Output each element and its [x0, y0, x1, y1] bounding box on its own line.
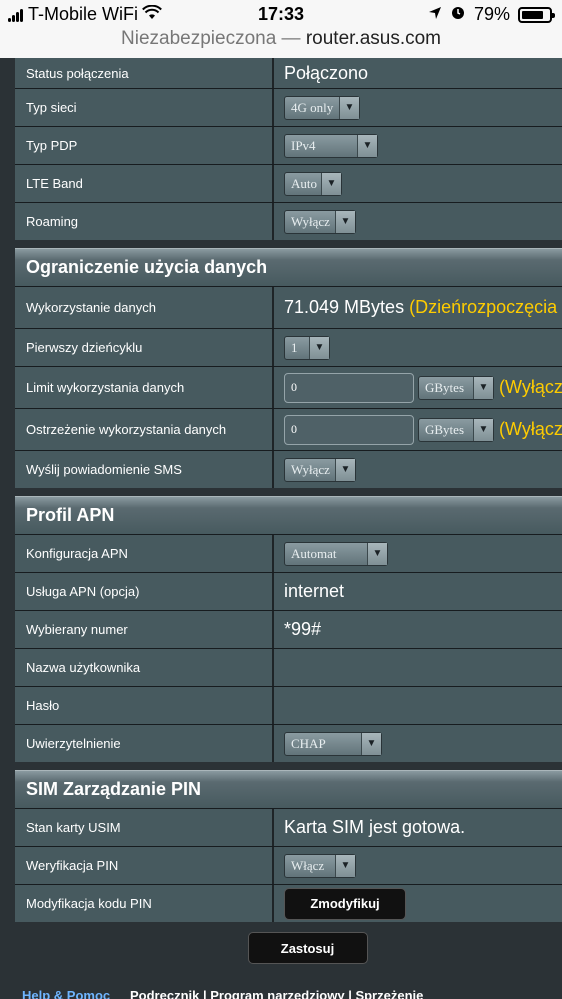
row-username: Nazwa użytkownika	[15, 648, 562, 686]
password-label: Hasło	[15, 687, 274, 724]
apply-button[interactable]: Zastosuj	[247, 932, 368, 964]
help-link[interactable]: Help & Pomoc	[22, 988, 110, 999]
apn-config-label: Konfiguracja APN	[15, 535, 274, 572]
chevron-down-icon: ▼	[321, 172, 341, 195]
chevron-down-icon: ▼	[335, 458, 355, 481]
alarm-icon	[450, 4, 466, 25]
row-data-warning: Ostrzeżenie wykorzystania danych 0 GByte…	[15, 408, 562, 450]
pin-verify-label: Weryfikacja PIN	[15, 847, 274, 884]
chevron-down-icon: ▼	[357, 134, 377, 157]
chevron-down-icon: ▼	[309, 336, 329, 359]
battery-percent: 79%	[473, 4, 510, 24]
data-warning-note: (Wyłącz	[499, 419, 562, 439]
lte-band-select[interactable]: Auto ▼	[284, 171, 342, 196]
row-pdp-type: Typ PDP IPv4 ▼	[15, 126, 562, 164]
network-type-select[interactable]: 4G only ▼	[284, 95, 360, 120]
username-label: Nazwa użytkownika	[15, 649, 274, 686]
dial-number-value[interactable]: *99#	[274, 611, 562, 648]
section-title-apn: Profil APN	[15, 496, 562, 534]
security-label: Niezabezpieczona	[121, 28, 277, 49]
battery-icon	[518, 6, 555, 23]
authentication-select[interactable]: CHAP ▼	[284, 731, 382, 756]
data-usage-value: 71.049 MBytes	[284, 297, 405, 317]
dial-number-label: Wybierany numer	[15, 611, 274, 648]
address-separator: —	[281, 28, 301, 49]
data-warning-unit-select[interactable]: GBytes ▼	[418, 417, 494, 442]
data-limit-label: Limit wykorzystania danych	[15, 367, 274, 408]
router-settings-panel: Status połączenia Połączono Typ sieci 4G…	[15, 58, 562, 974]
modify-pin-button[interactable]: Zmodyfikuj	[284, 887, 406, 920]
data-limit-unit-select[interactable]: GBytes ▼	[418, 375, 494, 400]
row-network-type: Typ sieci 4G only ▼	[15, 88, 562, 126]
status-bar: T-Mobile WiFi 17:33 79%	[0, 0, 562, 28]
pin-modify-label: Modyfikacja kodu PIN	[15, 885, 274, 922]
usim-status-value: Karta SIM jest gotowa.	[274, 809, 562, 846]
row-usim-status: Stan karty USIM Karta SIM jest gotowa.	[15, 808, 562, 846]
pin-verify-select[interactable]: Włącz ▼	[284, 853, 356, 878]
data-warning-label: Ostrzeżenie wykorzystania danych	[15, 409, 274, 450]
password-field[interactable]	[274, 687, 562, 724]
footer-links[interactable]: Podręcznik | Program narzędziowy | Sprzę…	[130, 988, 423, 999]
chevron-down-icon: ▼	[367, 542, 387, 565]
network-type-label: Typ sieci	[15, 89, 274, 126]
pdp-type-label: Typ PDP	[15, 127, 274, 164]
row-lte-band: LTE Band Auto ▼	[15, 164, 562, 202]
data-warning-input[interactable]: 0	[284, 414, 414, 445]
authentication-label: Uwierzytelnienie	[15, 725, 274, 762]
chevron-down-icon: ▼	[361, 732, 381, 755]
browser-chrome: T-Mobile WiFi 17:33 79% Niezabezpieczona…	[0, 0, 562, 58]
row-data-usage: Wykorzystanie danych 71.049 MBytes (Dzie…	[15, 286, 562, 328]
row-connection-status: Status połączenia Połączono	[15, 58, 562, 88]
address-bar[interactable]: Niezabezpieczona — router.asus.com	[0, 28, 562, 56]
section-title-sim: SIM Zarządzanie PIN	[15, 770, 562, 808]
row-password: Hasło	[15, 686, 562, 724]
row-apn-config: Konfiguracja APN Automat ▼	[15, 534, 562, 572]
row-dial-number: Wybierany numer *99#	[15, 610, 562, 648]
chevron-down-icon: ▼	[335, 210, 355, 233]
pdp-type-select[interactable]: IPv4 ▼	[284, 133, 378, 158]
chevron-down-icon: ▼	[473, 418, 493, 441]
row-apn-service: Usługa APN (opcja) internet	[15, 572, 562, 610]
username-field[interactable]	[274, 649, 562, 686]
roaming-select[interactable]: Wyłącz ▼	[284, 209, 356, 234]
location-icon	[428, 4, 442, 25]
sms-notify-label: Wyślij powiadomienie SMS	[15, 451, 274, 488]
data-limit-input[interactable]: 0	[284, 372, 414, 403]
chevron-down-icon: ▼	[339, 96, 359, 119]
roaming-label: Roaming	[15, 203, 274, 240]
first-day-select[interactable]: 1 ▼	[284, 335, 330, 360]
section-title-data-limit: Ograniczenie użycia danych	[15, 248, 562, 286]
data-usage-label: Wykorzystanie danych	[15, 287, 274, 328]
chevron-down-icon: ▼	[335, 854, 355, 877]
row-roaming: Roaming Wyłącz ▼	[15, 202, 562, 240]
row-pin-modify: Modyfikacja kodu PIN Zmodyfikuj	[15, 884, 562, 922]
row-pin-verify: Weryfikacja PIN Włącz ▼	[15, 846, 562, 884]
sms-notify-select[interactable]: Wyłącz ▼	[284, 457, 356, 482]
usim-status-label: Stan karty USIM	[15, 809, 274, 846]
lte-band-label: LTE Band	[15, 165, 274, 202]
data-limit-note: (Wyłącz	[499, 377, 562, 397]
row-authentication: Uwierzytelnienie CHAP ▼	[15, 724, 562, 762]
data-usage-note: (Dzieńrozpoczęcia :	[409, 297, 562, 317]
footer: Help & Pomoc Podręcznik | Program narzęd…	[0, 988, 562, 999]
row-first-day: Pierwszy dzieńcyklu 1 ▼	[15, 328, 562, 366]
apply-area: Zastosuj	[15, 922, 562, 974]
battery-fill	[522, 10, 543, 19]
apn-config-select[interactable]: Automat ▼	[284, 541, 388, 566]
url-host: router.asus.com	[305, 28, 441, 49]
row-data-limit: Limit wykorzystania danych 0 GBytes ▼ (Wy…	[15, 366, 562, 408]
apn-service-label: Usługa APN (opcja)	[15, 573, 274, 610]
connection-status-label: Status połączenia	[15, 58, 274, 88]
connection-status-value: Połączono	[274, 58, 562, 88]
apn-service-value[interactable]: internet	[274, 573, 562, 610]
first-day-label: Pierwszy dzieńcyklu	[15, 329, 274, 366]
row-sms-notify: Wyślij powiadomienie SMS Wyłącz ▼	[15, 450, 562, 488]
chevron-down-icon: ▼	[473, 376, 493, 399]
